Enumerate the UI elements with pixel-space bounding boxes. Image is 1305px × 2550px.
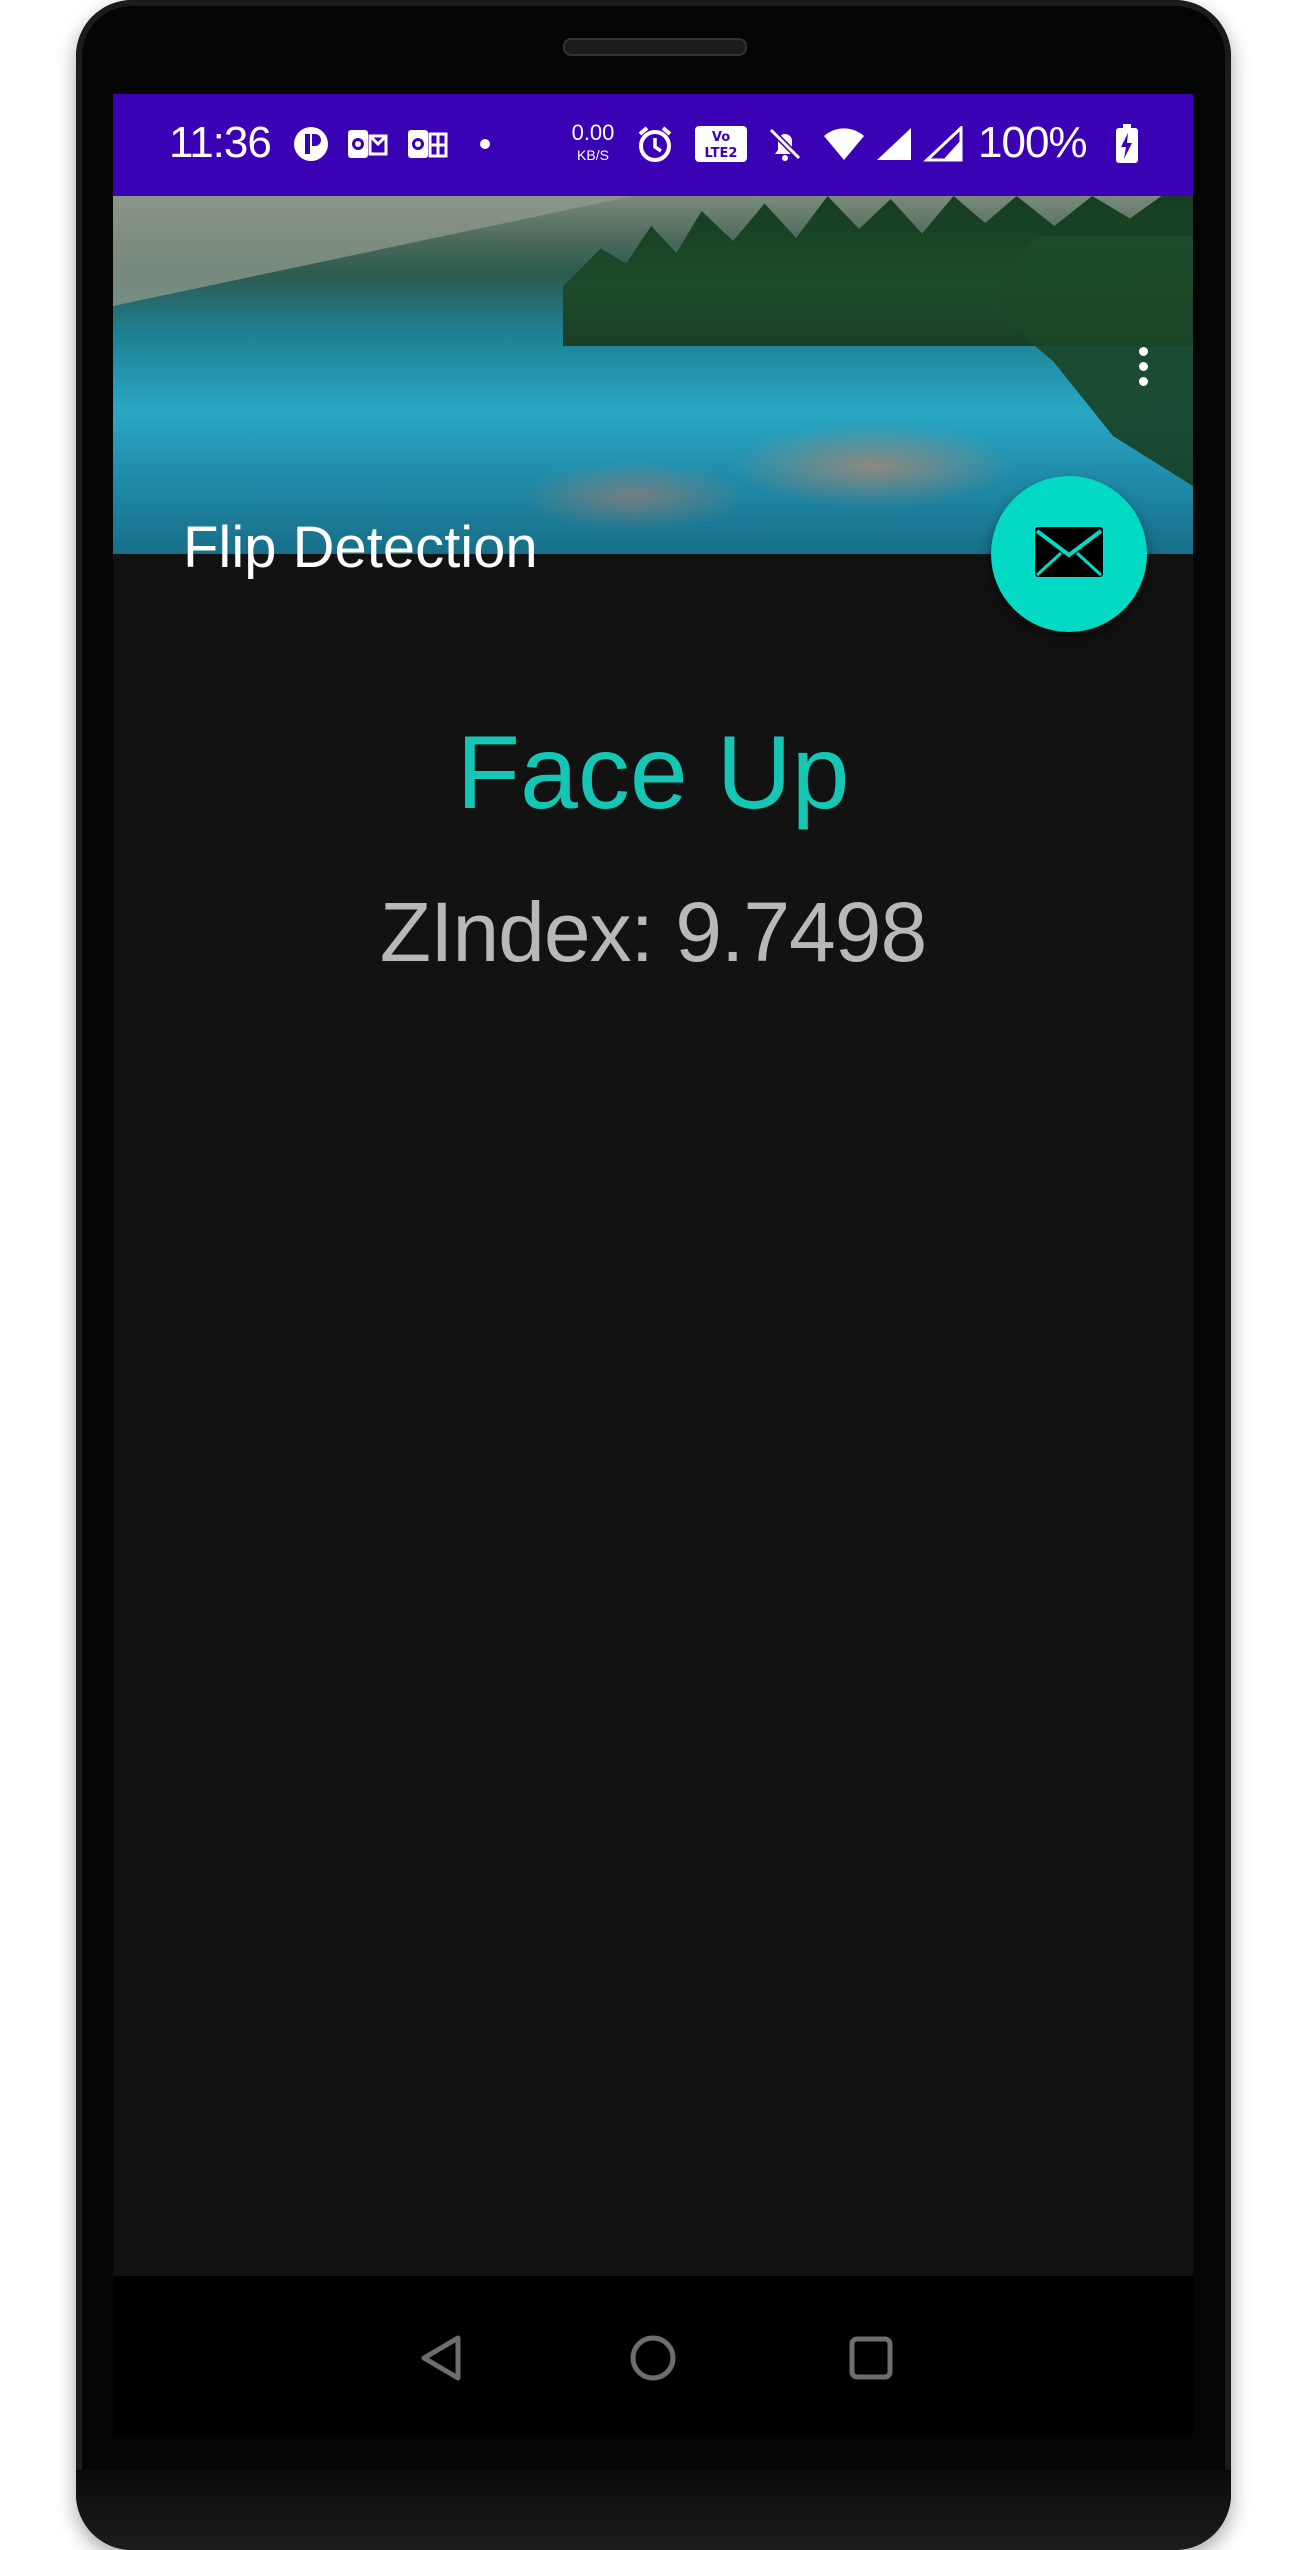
home-circle-icon[interactable] <box>621 2326 685 2390</box>
landscape-forest-right <box>993 236 1193 486</box>
navigation-bar <box>113 2276 1193 2436</box>
landscape-mountain <box>113 196 633 306</box>
outlook-icon <box>345 124 389 164</box>
earpiece-speaker <box>563 38 747 56</box>
zindex-value-text: ZIndex: 9.7498 <box>379 885 927 979</box>
mute-bell-icon <box>763 124 807 164</box>
status-clock: 11:36 <box>169 118 272 167</box>
face-status-text: Face Up <box>456 715 850 831</box>
battery-percent: 100% <box>978 118 1088 167</box>
alarm-icon <box>633 124 677 164</box>
toolbar-title: Flip Detection <box>183 515 538 580</box>
volte-icon: Vo LTE2 <box>693 124 749 164</box>
network-speed-unit: KB/S <box>577 147 609 163</box>
recents-square-icon[interactable] <box>839 2326 903 2390</box>
wifi-icon <box>821 124 867 164</box>
device-screen: 11:36 0.00 KB/S Vo LTE2 100% Flip Detect… <box>113 94 1193 2276</box>
network-speed: 0.00 KB/S <box>563 120 623 163</box>
status-bar: 11:36 0.00 KB/S Vo LTE2 100% <box>113 94 1193 196</box>
svg-text:Vo: Vo <box>712 130 730 145</box>
svg-text:LTE2: LTE2 <box>705 146 738 161</box>
phone-bottom-edge <box>76 2470 1231 2550</box>
signal-icon-2 <box>921 124 965 164</box>
mail-icon <box>1033 525 1105 584</box>
more-vert-icon[interactable] <box>1123 336 1163 396</box>
battery-charging-icon <box>1113 124 1141 164</box>
dot-icon <box>475 124 495 164</box>
app-notification-icon <box>291 124 331 164</box>
network-speed-value: 0.00 <box>571 120 615 145</box>
mail-fab-button[interactable] <box>991 476 1147 632</box>
office-icon <box>405 124 449 164</box>
signal-icon <box>871 124 915 164</box>
back-triangle-icon[interactable] <box>409 2326 473 2390</box>
